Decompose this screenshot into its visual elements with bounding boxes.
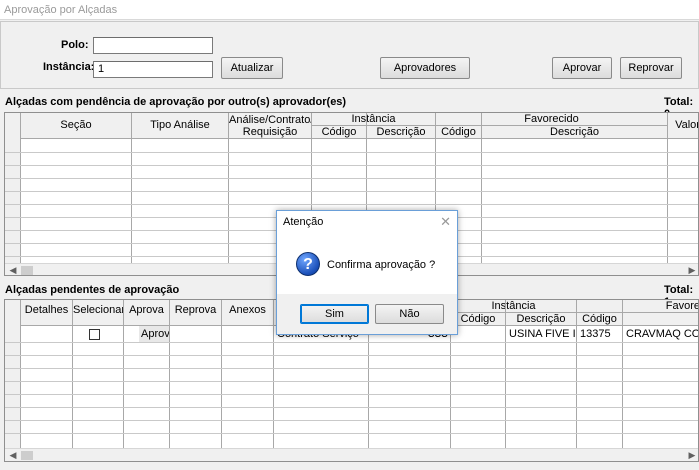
header-favorecido[interactable]: Favore — [577, 300, 698, 313]
selecionar-checkbox[interactable] — [89, 329, 100, 340]
nao-button[interactable]: Não — [375, 304, 444, 324]
header-reprova[interactable]: Reprova — [170, 300, 222, 326]
favorecido-codigo-cell: 13375 — [580, 328, 611, 340]
favorecido-descricao-cell: CRAVMAQ COM E — [626, 328, 698, 340]
table-row[interactable] — [5, 381, 698, 382]
header-analise[interactable]: Análise/Contrato/ Requisição — [229, 113, 312, 139]
scroll-thumb[interactable] — [21, 451, 33, 460]
window-title: Aprovação por Alçadas — [4, 4, 118, 16]
instancia-input[interactable]: 1 — [93, 61, 213, 78]
scroll-left-icon[interactable]: ◀ — [5, 449, 21, 461]
reprovar-button[interactable]: Reprovar — [620, 57, 682, 79]
dialog-message: Confirma aprovação ? — [327, 259, 436, 271]
table-row[interactable] — [5, 342, 698, 343]
header-instancia[interactable]: Instância — [451, 300, 577, 313]
instancia-label: Instância: — [43, 61, 95, 73]
table-row[interactable] — [5, 407, 698, 408]
title-bar: Aprovação por Alçadas — [0, 0, 699, 20]
question-icon: ? — [296, 252, 320, 276]
table-row[interactable] — [5, 191, 698, 192]
atualizar-button[interactable]: Atualizar — [221, 57, 283, 79]
table-row[interactable] — [5, 204, 698, 205]
header-analise-line2: Requisição — [242, 126, 298, 138]
polo-label: Polo: — [61, 39, 89, 51]
table-row[interactable] — [5, 394, 698, 395]
scroll-right-icon[interactable]: ▶ — [684, 264, 698, 275]
table-row[interactable] — [5, 368, 698, 369]
header-codigo2[interactable]: Código — [577, 313, 623, 326]
section2-title: Alçadas pendentes de aprovação — [5, 284, 180, 296]
header-valor[interactable]: Valor — [668, 113, 698, 139]
header-secao[interactable]: Seção — [21, 113, 132, 139]
header-descricao1[interactable]: Descrição — [506, 313, 577, 326]
table-row[interactable] — [5, 178, 698, 179]
polo-input[interactable] — [93, 37, 213, 54]
scroll-right-icon[interactable]: ▶ — [684, 449, 698, 461]
aprova-cell[interactable]: Aprova — [139, 326, 169, 342]
header-favorecido[interactable]: Favorecido — [436, 113, 668, 126]
header-aprova[interactable]: Aprova — [124, 300, 170, 326]
header-anexos[interactable]: Anexos — [222, 300, 274, 326]
horizontal-scrollbar-2[interactable]: ◀ ▶ — [5, 448, 698, 461]
scroll-left-icon[interactable]: ◀ — [5, 264, 21, 275]
header-selecionar[interactable]: Selecionar — [73, 300, 124, 326]
table-row[interactable] — [5, 420, 698, 421]
header-descricao1[interactable]: Descrição — [367, 126, 436, 139]
aprovar-button[interactable]: Aprovar — [552, 57, 612, 79]
header-analise-line1: Análise/Contrato/ — [229, 114, 312, 126]
header-codigo1[interactable]: Código — [312, 126, 367, 139]
aprovadores-button[interactable]: Aprovadores — [380, 57, 470, 79]
dialog-title: Atenção — [283, 216, 324, 228]
table-row[interactable] — [5, 355, 698, 356]
close-icon[interactable]: ✕ — [440, 214, 451, 230]
header-tipo-analise[interactable]: Tipo Análise — [132, 113, 229, 139]
dialog-footer: Sim Não — [277, 294, 457, 334]
sim-button[interactable]: Sim — [300, 304, 369, 324]
header-codigo1[interactable]: Código — [451, 313, 506, 326]
instancia-descricao-cell: USINA FIVE I — [509, 328, 576, 340]
col-line — [667, 113, 668, 275]
table-row[interactable] — [5, 152, 698, 153]
col-line — [228, 113, 229, 275]
header-descricao2[interactable]: Descrição — [482, 126, 668, 139]
header-instancia[interactable]: Instância — [312, 113, 436, 126]
scroll-thumb[interactable] — [21, 266, 33, 275]
table-row[interactable] — [5, 433, 698, 434]
col-line — [131, 113, 132, 275]
header-detalhes[interactable]: Detalhes — [21, 300, 73, 326]
header-codigo2[interactable]: Código — [436, 126, 482, 139]
section1-title: Alçadas com pendência de aprovação por o… — [5, 96, 347, 108]
header-descricao2-empty[interactable] — [623, 313, 698, 326]
confirm-dialog: Atenção ✕ ? Confirma aprovação ? Sim Não — [276, 210, 458, 335]
row-header-column — [5, 113, 21, 275]
table-row[interactable] — [5, 165, 698, 166]
col-line — [481, 113, 482, 275]
